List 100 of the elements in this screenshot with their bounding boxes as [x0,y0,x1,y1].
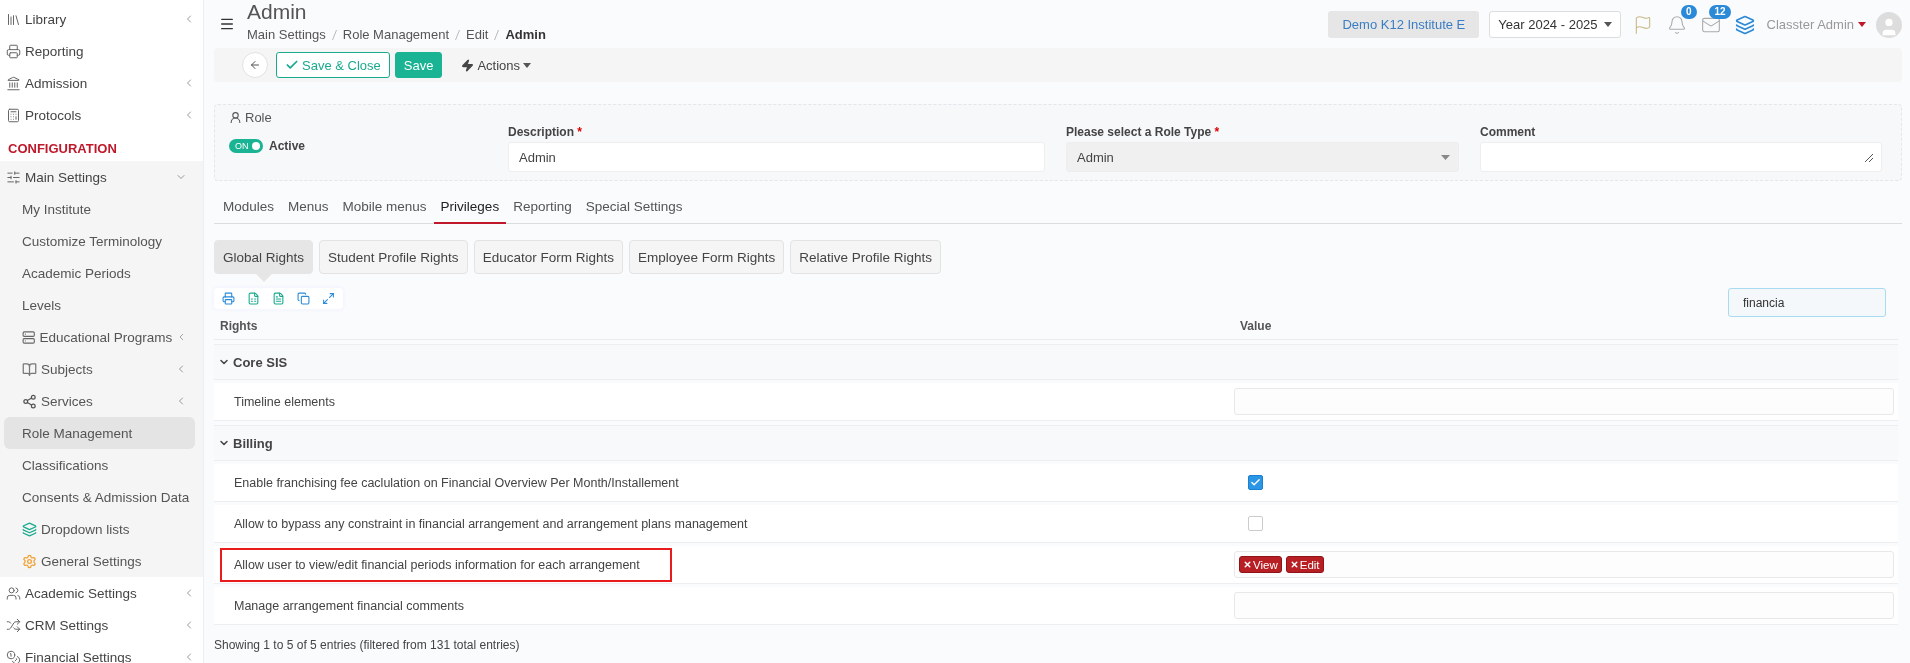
expand-icon[interactable] [322,292,335,305]
printer-icon [6,43,21,59]
sidebar-item[interactable]: Library [0,3,203,35]
tab[interactable]: Reporting [506,191,579,224]
sidebar-item[interactable]: General Settings [4,545,195,577]
rights-tab[interactable]: Educator Form Rights [473,240,623,274]
rights-tab[interactable]: Employee Form Rights [628,240,785,274]
caret-icon [1858,22,1866,27]
document-icon[interactable] [272,292,285,305]
notification-badge: 0 [1681,4,1697,19]
sidebar-item[interactable]: Academic Settings [0,577,203,609]
bank-icon [6,75,21,91]
breadcrumb-separator [455,29,460,40]
books-icon [6,11,21,27]
caret-icon [1603,22,1612,27]
gear-icon [22,553,37,569]
comment-field[interactable] [1480,142,1882,172]
right-label: Timeline elements [233,393,336,411]
breadcrumb-item[interactable]: Main Settings [247,27,326,42]
shuffle-icon [6,617,21,633]
year-dropdown[interactable]: Year 2024 - 2025 [1489,11,1621,38]
check-icon [1250,477,1261,488]
layers-icon[interactable] [1734,14,1755,35]
rights-tab[interactable]: Student Profile Rights [319,240,468,274]
bolt-icon [461,58,475,72]
group-row[interactable]: Core SIS [214,344,1898,380]
breadcrumb-item[interactable]: Edit [466,27,489,42]
user-icon [229,110,242,124]
caret-icon [1441,154,1450,160]
tag-field[interactable]: View Edit [1234,551,1894,578]
column-header: Rights [214,317,1234,340]
sidebar-item[interactable]: Customize Terminology [4,225,195,257]
tab[interactable]: Mobile menus [335,191,434,224]
group-row[interactable]: Billing [214,425,1898,461]
checkbox[interactable] [1248,475,1263,490]
breadcrumb-separator [331,29,337,40]
field-label: Comment [1480,125,1537,139]
right-label: Enable franchising fee caclulation on Financial Overview Per Month/Installement [233,474,680,492]
role-type-select[interactable]: Admin [1066,142,1459,172]
tab[interactable]: Modules [216,191,282,224]
sidebar-item[interactable]: Classifications [4,449,195,481]
description-field[interactable]: Admin [508,142,1045,172]
bell-icon[interactable] [1666,14,1687,35]
sidebar-item[interactable]: Levels [4,289,195,321]
sidebar-item[interactable]: Reporting [0,35,203,67]
tag[interactable]: Edit [1285,556,1324,573]
back-arrow-icon [249,58,261,72]
caret-icon [523,62,532,68]
coins-icon [6,649,21,663]
sidebar-item[interactable]: Educational Programs [4,321,195,353]
tab[interactable]: Special Settings [578,191,690,224]
check-icon [285,58,299,72]
menu-icon[interactable] [219,16,235,32]
group-label: Billing [233,435,273,451]
actions-menu[interactable]: Actions [453,52,540,78]
breadcrumb-separator [494,29,500,40]
column-header: Value [1234,317,1898,340]
calculator-icon [6,107,21,123]
breadcrumb-item[interactable]: Role Management [342,27,449,42]
field-label: Please select a Role Type * [1066,125,1221,139]
tag[interactable]: View [1239,556,1282,573]
right-label: Allow to bypass any constraint in financial arrangement and arrangement plans management [233,515,749,533]
sidebar-item[interactable]: CRM Settings [0,609,203,641]
sidebar-item[interactable]: Role Management [4,417,195,449]
group-label: Core SIS [233,354,288,370]
layers-icon [22,521,37,537]
table-info: Showing 1 to 5 of 5 entries (filtered from 131 total entries) [214,638,521,652]
field-label: Description * [508,125,584,139]
people-icon [6,585,21,601]
back-button[interactable] [242,52,268,78]
sliders-icon [6,169,21,185]
status-label: Active [269,139,306,153]
page-title: Admin [247,0,308,24]
remove-icon[interactable] [1243,560,1252,569]
resize-grip-icon[interactable] [1863,152,1873,162]
sidebar-item[interactable]: Academic Periods [4,257,195,289]
rights-tab[interactable]: Relative Profile Rights [790,240,942,274]
right-label: Allow user to view/edit financial periods information for each arrangement [220,547,672,582]
message-badge: 12 [1709,4,1731,19]
breadcrumb-item: Admin [505,27,546,42]
sidebar-heading: CONFIGURATION [7,140,118,158]
checkbox[interactable] [1248,516,1263,531]
sidebar-item[interactable]: Subjects [4,353,195,385]
copy-icon[interactable] [297,292,310,305]
tab[interactable]: Menus [281,191,336,224]
institute-button[interactable]: Demo K12 Institute E [1328,11,1480,38]
sidebar-item[interactable]: Consents & Admission Data [4,481,195,513]
remove-icon[interactable] [1289,560,1299,569]
sidebar-item[interactable]: My Institute [4,193,195,225]
print-icon[interactable] [222,292,235,305]
sidebar-item[interactable]: Protocols [0,99,203,131]
sidebar-item[interactable]: Dropdown lists [4,513,195,545]
tab[interactable]: Privileges [433,191,507,224]
sidebar-item[interactable]: Main Settings [0,161,195,193]
nodes-icon [22,393,37,409]
spreadsheet-icon[interactable] [247,292,260,305]
sidebar-item[interactable]: Admission [0,67,203,99]
sidebar-item[interactable]: Services [4,385,195,417]
legend-label: Role [245,109,272,125]
search-field[interactable]: financia [1728,288,1886,317]
